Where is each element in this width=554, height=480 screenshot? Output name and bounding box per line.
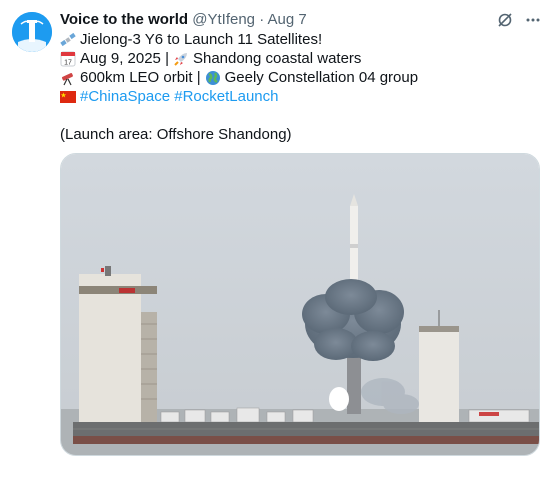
tweet-line-text: 600km LEO orbit | <box>80 69 201 86</box>
satellite-icon <box>60 32 76 48</box>
tweet-line: Jielong-3 Y6 to Launch 11 Satellites! <box>60 30 530 49</box>
rocket-launch-photo <box>61 154 539 455</box>
launch-area-note: (Launch area: Offshore Shandong) <box>60 126 292 143</box>
rocket-icon <box>173 51 189 67</box>
tweet-line: #ChinaSpace #RocketLaunch <box>60 87 530 106</box>
tweet-line-text: Geely Constellation 04 group <box>224 69 419 86</box>
timestamp[interactable]: Aug 7 <box>268 11 307 28</box>
tweet-line-text: Shandong coastal waters <box>192 50 362 67</box>
display-name[interactable]: Voice to the world <box>60 11 188 28</box>
calendar-icon: 17 <box>60 51 76 67</box>
calendar-badge: 17 <box>64 59 72 66</box>
tweet-media[interactable] <box>60 153 540 456</box>
tweet-line: 600km LEO orbit | Geely Constellation 04… <box>60 68 530 87</box>
handle[interactable]: @YtIfeng <box>192 11 255 28</box>
hashtag-links[interactable]: #ChinaSpace #RocketLaunch <box>80 87 278 106</box>
lighthouse-icon <box>12 12 52 52</box>
avatar[interactable] <box>12 12 52 52</box>
grok-icon[interactable] <box>496 11 514 29</box>
more-icon[interactable] <box>524 11 542 29</box>
separator: · <box>259 11 265 28</box>
tweet-line: (Launch area: Offshore Shandong) <box>60 125 530 144</box>
china-flag-icon <box>60 89 76 105</box>
tweet-text: Jielong-3 Y6 to Launch 11 Satellites! 17… <box>60 30 530 144</box>
globe-icon <box>205 70 221 86</box>
tweet-line: 17 Aug 9, 2025 | Shandong coastal waters <box>60 49 530 68</box>
telescope-icon <box>60 70 76 86</box>
tweet-header: Voice to the world @YtIfeng · Aug 7 <box>60 10 542 30</box>
tweet-line-text: Aug 9, 2025 | <box>80 50 169 67</box>
tweet-line-text: Jielong-3 Y6 to Launch 11 Satellites! <box>80 31 323 48</box>
